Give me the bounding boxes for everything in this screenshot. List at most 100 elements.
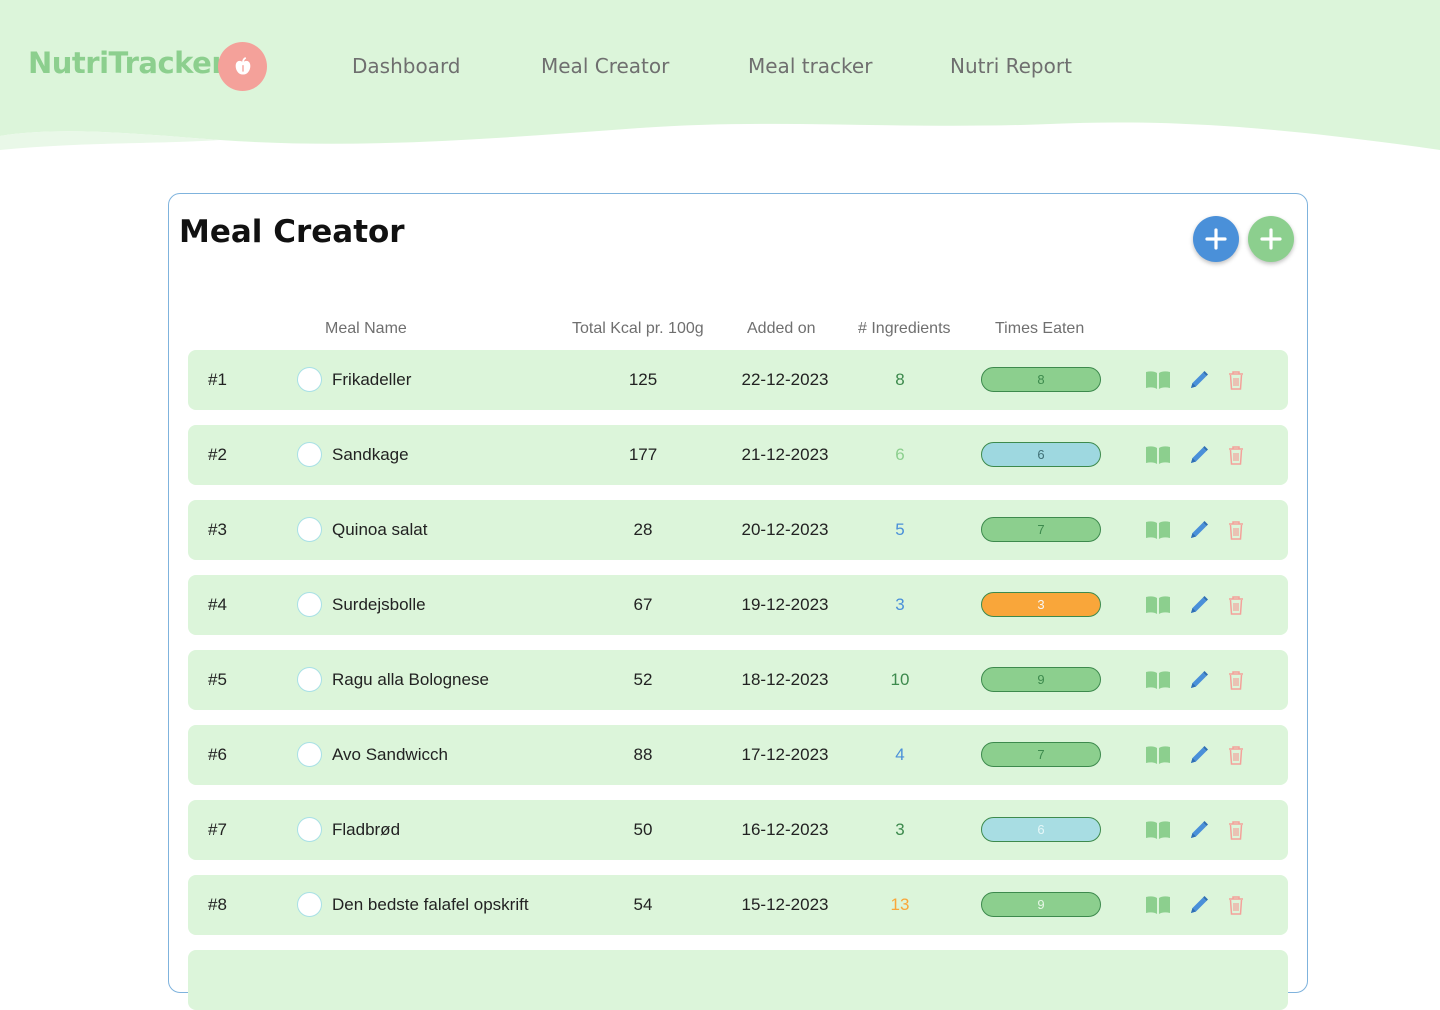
meal-ingredient-count: 3 (895, 595, 905, 614)
times-eaten-badge: 7 (981, 517, 1101, 542)
meal-name: Frikadeller (332, 370, 412, 389)
brand-logo-text[interactable]: NutriTracker (28, 46, 226, 80)
meal-added-date: 17-12-2023 (741, 745, 829, 764)
meal-kcal: 54 (633, 895, 653, 914)
table-row[interactable]: #7 Fladbrød 50 16-12-2023 3 6 (188, 800, 1288, 860)
meal-kcal: 28 (633, 520, 653, 539)
table-row[interactable]: #1 Frikadeller 125 22-12-2023 8 8 (188, 350, 1288, 410)
meal-added-date: 20-12-2023 (741, 520, 829, 539)
pencil-icon[interactable] (1186, 743, 1212, 767)
meal-ingredient-count: 13 (890, 895, 910, 914)
meal-name: Den bedste falafel opskrift (332, 895, 529, 914)
top-header: NutriTracker Dashboard Meal Creator Meal… (0, 0, 1440, 160)
meal-id: #8 (208, 895, 227, 914)
table-row[interactable]: #5 Ragu alla Bolognese 52 18-12-2023 10 9 (188, 650, 1288, 710)
book-icon[interactable] (1145, 668, 1171, 692)
apple-logo-icon[interactable] (218, 42, 267, 91)
book-icon[interactable] (1145, 443, 1171, 467)
book-icon[interactable] (1145, 593, 1171, 617)
times-eaten-badge: 7 (981, 742, 1101, 767)
trash-icon[interactable] (1223, 518, 1249, 542)
meal-ingredient-count: 5 (895, 520, 905, 539)
meal-added-date: 19-12-2023 (741, 595, 829, 614)
add-ingredient-button[interactable] (1248, 216, 1294, 262)
trash-icon[interactable] (1223, 893, 1249, 917)
book-icon[interactable] (1145, 818, 1171, 842)
table-row[interactable]: #4 Surdejsbolle 67 19-12-2023 3 3 (188, 575, 1288, 635)
table-row[interactable]: #6 Avo Sandwicch 88 17-12-2023 4 7 (188, 725, 1288, 785)
meal-kcal: 50 (633, 820, 653, 839)
meal-id: #5 (208, 670, 227, 689)
times-eaten-badge: 8 (981, 367, 1101, 392)
book-icon[interactable] (1145, 893, 1171, 917)
meal-name: Surdejsbolle (332, 595, 426, 614)
meal-name: Quinoa salat (332, 520, 428, 539)
meal-id: #3 (208, 520, 227, 539)
select-meal-radio[interactable] (297, 667, 322, 692)
nav-meal-creator[interactable]: Meal Creator (541, 54, 669, 78)
trash-icon[interactable] (1223, 368, 1249, 392)
trash-icon[interactable] (1223, 743, 1249, 767)
book-icon[interactable] (1145, 518, 1171, 542)
table-row[interactable] (188, 950, 1288, 1010)
column-header-meal-name: Meal Name (325, 320, 407, 337)
page-title: Meal Creator (179, 214, 405, 250)
select-meal-radio[interactable] (297, 892, 322, 917)
times-eaten-badge: 9 (981, 667, 1101, 692)
select-meal-radio[interactable] (297, 817, 322, 842)
select-meal-radio[interactable] (297, 442, 322, 467)
meal-added-date: 16-12-2023 (741, 820, 829, 839)
select-meal-radio[interactable] (297, 517, 322, 542)
meal-kcal: 177 (628, 445, 658, 464)
times-eaten-badge: 6 (981, 817, 1101, 842)
meal-creator-card: Meal Creator Meal Name Total Kcal pr. 10… (168, 193, 1308, 1010)
table-row[interactable]: #8 Den bedste falafel opskrift 54 15-12-202… (188, 875, 1288, 935)
plus-icon (1260, 228, 1282, 250)
meal-ingredient-count: 10 (890, 670, 910, 689)
meal-id: #4 (208, 595, 227, 614)
pencil-icon[interactable] (1186, 818, 1212, 842)
add-meal-button[interactable] (1193, 216, 1239, 262)
select-meal-radio[interactable] (297, 367, 322, 392)
meal-kcal: 52 (633, 670, 653, 689)
meal-added-date: 21-12-2023 (741, 445, 829, 464)
meal-ingredient-count: 4 (895, 745, 905, 764)
meal-id: #1 (208, 370, 227, 389)
column-header-ingredients: # Ingredients (858, 320, 951, 337)
meal-added-date: 15-12-2023 (741, 895, 829, 914)
times-eaten-badge: 9 (981, 892, 1101, 917)
pencil-icon[interactable] (1186, 668, 1212, 692)
select-meal-radio[interactable] (297, 742, 322, 767)
meal-name: Fladbrød (332, 820, 401, 839)
table-row[interactable]: #2 Sandkage 177 21-12-2023 6 6 (188, 425, 1288, 485)
pencil-icon[interactable] (1186, 368, 1212, 392)
book-icon[interactable] (1145, 368, 1171, 392)
select-meal-radio[interactable] (297, 592, 322, 617)
pencil-icon[interactable] (1186, 893, 1212, 917)
trash-icon[interactable] (1223, 443, 1249, 467)
meal-kcal: 67 (633, 595, 653, 614)
column-header-kcal: Total Kcal pr. 100g (572, 320, 704, 337)
pencil-icon[interactable] (1186, 593, 1212, 617)
plus-icon (1205, 228, 1227, 250)
pencil-icon[interactable] (1186, 443, 1212, 467)
book-icon[interactable] (1145, 743, 1171, 767)
meal-kcal: 125 (628, 370, 658, 389)
meal-ingredient-count: 3 (895, 820, 905, 839)
pencil-icon[interactable] (1186, 518, 1212, 542)
meal-name: Ragu alla Bolognese (332, 670, 489, 689)
meal-ingredient-count: 8 (895, 370, 905, 389)
trash-icon[interactable] (1223, 818, 1249, 842)
nav-meal-tracker[interactable]: Meal tracker (748, 54, 872, 78)
trash-icon[interactable] (1223, 668, 1249, 692)
nav-nutri-report[interactable]: Nutri Report (950, 54, 1072, 78)
table-row[interactable]: #3 Quinoa salat 28 20-12-2023 5 7 (188, 500, 1288, 560)
trash-icon[interactable] (1223, 593, 1249, 617)
meal-ingredient-count: 6 (895, 445, 905, 464)
column-header-times-eaten: Times Eaten (995, 320, 1085, 337)
header-wave-background (0, 0, 1440, 150)
nav-dashboard[interactable]: Dashboard (352, 54, 461, 78)
meal-id: #7 (208, 820, 227, 839)
meal-name: Avo Sandwicch (332, 745, 448, 764)
meal-name: Sandkage (332, 445, 409, 464)
